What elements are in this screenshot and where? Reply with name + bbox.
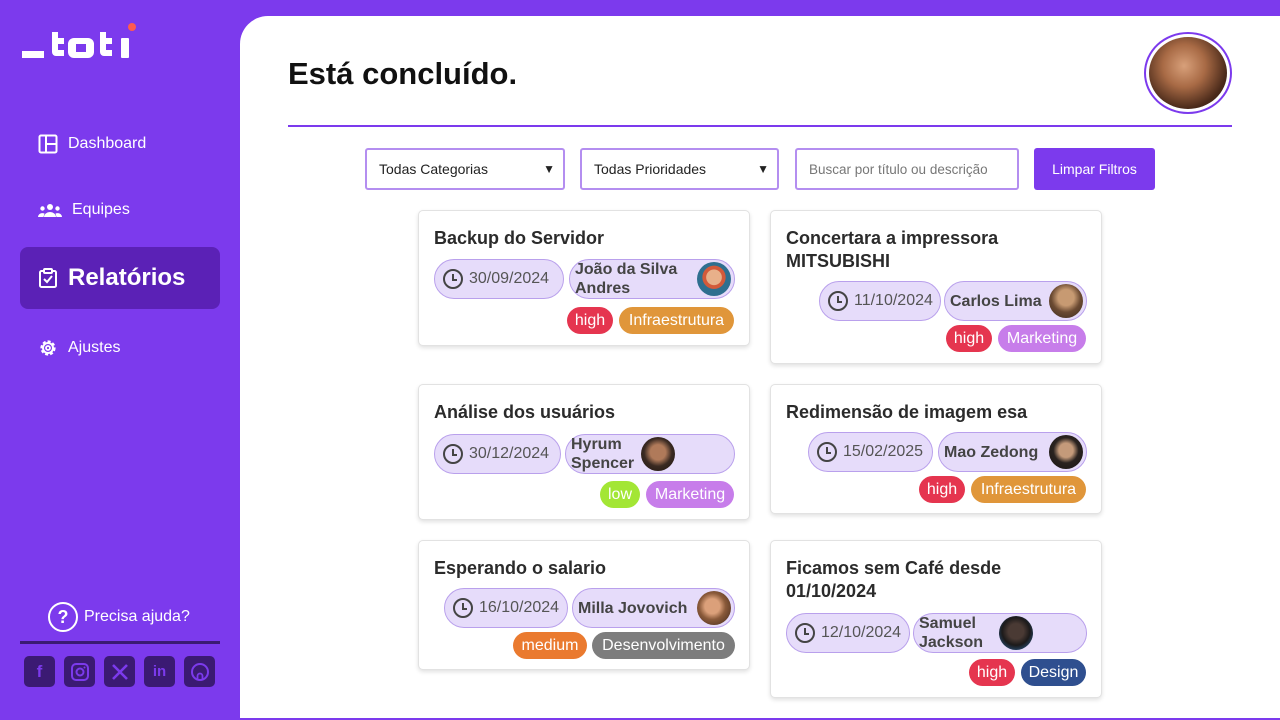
task-title: Análise dos usuários xyxy=(434,402,616,422)
help-icon: ? xyxy=(48,602,78,632)
github-icon[interactable] xyxy=(184,656,215,687)
priority-badge: low xyxy=(600,481,640,508)
clear-filters-button[interactable]: Limpar Filtros xyxy=(1034,148,1155,190)
task-card[interactable]: Ficamos sem Café desde 01/10/2024 12/10/… xyxy=(770,540,1102,698)
nav-label: Relatórios xyxy=(68,264,186,291)
avatar xyxy=(697,591,731,625)
clock-icon xyxy=(443,269,463,289)
due-date-text: 12/10/2024 xyxy=(821,624,902,641)
chevron-down-icon: ▼ xyxy=(757,162,769,176)
main-panel: Está concluído. Todas Categorias ▼ Todas… xyxy=(240,16,1280,718)
assignee: Hyrum Spencer xyxy=(565,434,735,474)
priority-select-value: Todas Prioridades xyxy=(594,161,707,177)
task-card[interactable]: Esperando o salario 16/10/2024 Milla Jov… xyxy=(418,540,750,670)
search-input[interactable]: Buscar por título ou descrição xyxy=(795,148,1019,190)
due-date-text: 30/12/2024 xyxy=(469,445,550,462)
clock-icon xyxy=(795,623,815,643)
instagram-icon[interactable] xyxy=(64,656,95,687)
clock-icon xyxy=(443,444,463,464)
task-title: Esperando o salario xyxy=(434,558,607,578)
task-title: Redimensão de imagem esa xyxy=(786,402,1028,422)
priority-badge: medium xyxy=(513,632,587,659)
assignee: Carlos Lima xyxy=(944,281,1087,321)
task-card[interactable]: Análise dos usuários 30/12/2024 Hyrum Sp… xyxy=(418,384,750,520)
nav-label: Equipes xyxy=(72,201,130,218)
category-badge: Infraestrutura xyxy=(619,307,734,334)
nav-equipes[interactable]: Equipes xyxy=(20,197,220,223)
clipboard-check-icon xyxy=(38,268,58,288)
title-divider xyxy=(288,125,1232,127)
profile-avatar[interactable] xyxy=(1144,32,1232,114)
help-label: Precisa ajuda? xyxy=(84,608,190,625)
due-date-text: 15/02/2025 xyxy=(843,443,924,460)
gear-icon xyxy=(38,338,58,358)
due-date-text: 16/10/2024 xyxy=(479,599,560,616)
avatar xyxy=(697,262,731,296)
due-date: 12/10/2024 xyxy=(786,613,910,653)
due-date: 16/10/2024 xyxy=(444,588,568,628)
task-title: Backup do Servidor xyxy=(434,228,605,248)
clock-icon xyxy=(828,291,848,311)
sidebar: Dashboard Equipes Relatórios Ajustes ? P… xyxy=(0,0,240,720)
assignee: João da Silva Andres xyxy=(569,259,735,299)
nav-label: Ajustes xyxy=(68,339,121,356)
category-badge: Marketing xyxy=(646,481,734,508)
assignee-name: Hyrum Spencer xyxy=(571,436,635,472)
due-date-text: 30/09/2024 xyxy=(469,270,550,287)
assignee-name: Milla Jovovich xyxy=(578,599,688,617)
dashboard-icon xyxy=(38,134,58,154)
assignee: Milla Jovovich xyxy=(572,588,735,628)
task-title: Concertara a impressora MITSUBISHI xyxy=(786,228,999,271)
x-icon[interactable] xyxy=(104,656,135,687)
category-badge: Marketing xyxy=(998,325,1086,352)
assignee-name: Mao Zedong xyxy=(944,443,1039,461)
help-link[interactable]: ? Precisa ajuda? xyxy=(48,602,190,632)
page-title: Está concluído. xyxy=(288,56,518,91)
due-date: 15/02/2025 xyxy=(808,432,933,472)
social-links: f in xyxy=(24,656,215,687)
clock-icon xyxy=(453,598,473,618)
linkedin-icon[interactable]: in xyxy=(144,656,175,687)
avatar xyxy=(641,437,675,471)
due-date: 30/09/2024 xyxy=(434,259,564,299)
task-card[interactable]: Redimensão de imagem esa 15/02/2025 Mao … xyxy=(770,384,1102,514)
category-badge: Desenvolvimento xyxy=(592,632,735,659)
assignee-name: João da Silva Andres xyxy=(575,261,678,297)
task-title: Ficamos sem Café desde 01/10/2024 xyxy=(786,558,1002,601)
due-date: 30/12/2024 xyxy=(434,434,561,474)
due-date: 11/10/2024 xyxy=(819,281,941,321)
nav-ajustes[interactable]: Ajustes xyxy=(20,335,220,361)
priority-badge: high xyxy=(567,307,613,334)
assignee-name: Samuel Jackson xyxy=(919,615,984,651)
category-badge: Infraestrutura xyxy=(971,476,1086,503)
task-card[interactable]: Concertara a impressora MITSUBISHI 11/10… xyxy=(770,210,1102,364)
avatar xyxy=(1049,284,1083,318)
category-select[interactable]: Todas Categorias ▼ xyxy=(365,148,565,190)
priority-badge: high xyxy=(946,325,992,352)
chevron-down-icon: ▼ xyxy=(543,162,555,176)
category-select-value: Todas Categorias xyxy=(379,161,488,177)
task-card[interactable]: Backup do Servidor 30/09/2024 João da Si… xyxy=(418,210,750,346)
avatar xyxy=(999,616,1033,650)
category-badge: Design xyxy=(1021,659,1086,686)
due-date-text: 11/10/2024 xyxy=(854,292,933,309)
search-placeholder: Buscar por título ou descrição xyxy=(809,161,988,177)
priority-badge: high xyxy=(969,659,1015,686)
priority-badge: high xyxy=(919,476,965,503)
nav-dashboard[interactable]: Dashboard xyxy=(20,131,220,157)
nav-label: Dashboard xyxy=(68,135,147,152)
assignee-name: Carlos Lima xyxy=(950,292,1042,310)
sidebar-divider xyxy=(20,641,220,644)
nav-relatorios[interactable]: Relatórios xyxy=(20,247,220,309)
avatar xyxy=(1049,435,1083,469)
assignee: Samuel Jackson xyxy=(913,613,1087,653)
team-icon xyxy=(38,200,62,220)
clock-icon xyxy=(817,442,837,462)
priority-select[interactable]: Todas Prioridades ▼ xyxy=(580,148,779,190)
assignee: Mao Zedong xyxy=(938,432,1087,472)
facebook-icon[interactable]: f xyxy=(24,656,55,687)
toti-logo[interactable] xyxy=(22,22,142,62)
